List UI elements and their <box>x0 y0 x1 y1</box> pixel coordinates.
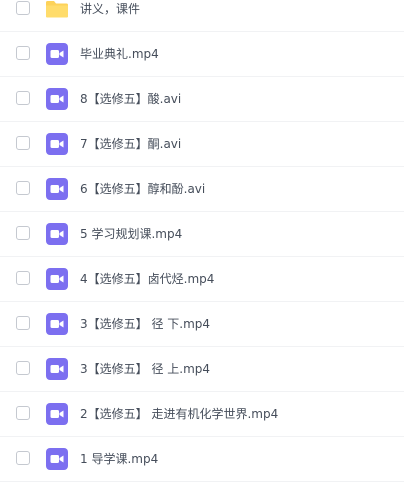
row-checkbox[interactable] <box>16 1 30 15</box>
file-name[interactable]: 8【选修五】酸.avi <box>80 91 181 107</box>
folder-icon <box>45 0 69 21</box>
video-file-icon <box>45 267 69 291</box>
file-name[interactable]: 1 导学课.mp4 <box>80 451 158 467</box>
file-list: 讲义，课件 毕业典礼.mp4 8【选修五】酸.avi 7【选修五】酮.avi 6… <box>0 0 404 482</box>
video-file-icon <box>45 177 69 201</box>
row-checkbox[interactable] <box>16 271 30 285</box>
file-name[interactable]: 4【选修五】卤代烃.mp4 <box>80 271 214 287</box>
file-name[interactable]: 3【选修五】 径 上.mp4 <box>80 361 210 377</box>
row-checkbox[interactable] <box>16 226 30 240</box>
video-file-icon <box>45 312 69 336</box>
video-file-icon <box>45 132 69 156</box>
file-row-video[interactable]: 8【选修五】酸.avi <box>0 77 404 122</box>
file-row-video[interactable]: 3【选修五】 径 上.mp4 <box>0 347 404 392</box>
row-checkbox[interactable] <box>16 451 30 465</box>
row-checkbox[interactable] <box>16 136 30 150</box>
file-row-video[interactable]: 毕业典礼.mp4 <box>0 32 404 77</box>
file-name[interactable]: 2【选修五】 走进有机化学世界.mp4 <box>80 406 278 422</box>
file-row-video[interactable]: 1 导学课.mp4 <box>0 437 404 482</box>
file-row-video[interactable]: 6【选修五】醇和酚.avi <box>0 167 404 212</box>
video-file-icon <box>45 402 69 426</box>
row-checkbox[interactable] <box>16 361 30 375</box>
file-name[interactable]: 6【选修五】醇和酚.avi <box>80 181 205 197</box>
row-checkbox[interactable] <box>16 406 30 420</box>
file-row-video[interactable]: 7【选修五】酮.avi <box>0 122 404 167</box>
video-file-icon <box>45 42 69 66</box>
video-file-icon <box>45 222 69 246</box>
row-checkbox[interactable] <box>16 181 30 195</box>
file-row-video[interactable]: 3【选修五】 径 下.mp4 <box>0 302 404 347</box>
file-row-video[interactable]: 2【选修五】 走进有机化学世界.mp4 <box>0 392 404 437</box>
row-checkbox[interactable] <box>16 46 30 60</box>
row-checkbox[interactable] <box>16 316 30 330</box>
file-row-video[interactable]: 5 学习规划课.mp4 <box>0 212 404 257</box>
file-name[interactable]: 讲义，课件 <box>80 1 140 17</box>
file-name[interactable]: 毕业典礼.mp4 <box>80 46 159 62</box>
video-file-icon <box>45 87 69 111</box>
file-name[interactable]: 3【选修五】 径 下.mp4 <box>80 316 210 332</box>
file-name[interactable]: 7【选修五】酮.avi <box>80 136 181 152</box>
file-name[interactable]: 5 学习规划课.mp4 <box>80 226 182 242</box>
file-row-video[interactable]: 4【选修五】卤代烃.mp4 <box>0 257 404 302</box>
video-file-icon <box>45 357 69 381</box>
row-checkbox[interactable] <box>16 91 30 105</box>
video-file-icon <box>45 447 69 471</box>
file-row-folder[interactable]: 讲义，课件 <box>0 0 404 32</box>
